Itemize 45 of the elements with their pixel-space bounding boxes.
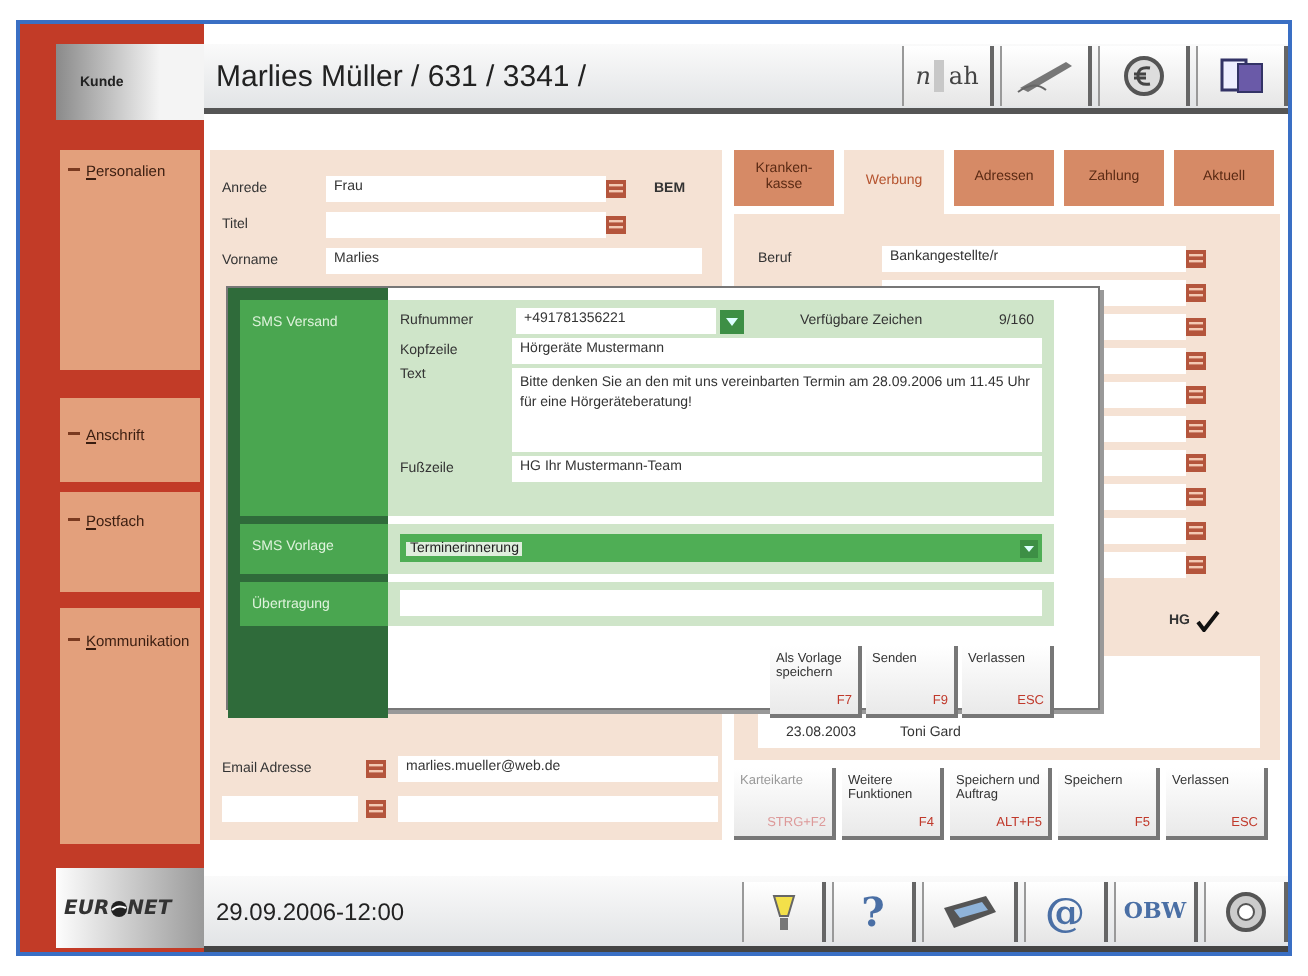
pen-tool-button[interactable] [1000,46,1092,106]
bullet-icon [68,432,80,438]
coin-button[interactable] [1098,46,1190,106]
bulb-icon [769,889,797,933]
input-field[interactable] [400,590,1042,616]
bullet-icon [68,168,80,174]
dropdown-button[interactable] [720,309,744,333]
picker-icon[interactable] [1186,488,1206,506]
documents-icon [1217,56,1265,96]
checkmark-icon[interactable] [1196,610,1220,632]
caret-icon [726,317,738,325]
picker-icon[interactable] [606,215,626,233]
ball-icon [109,899,128,917]
picker-icon[interactable] [1186,352,1206,370]
toolbar-button[interactable]: OBW [1114,881,1198,941]
picker-icon[interactable] [1186,556,1206,574]
picker-icon[interactable] [1186,386,1206,404]
input-field[interactable] [222,795,358,821]
coin-icon [1121,56,1165,96]
split-text-button[interactable]: n ah [902,46,994,106]
bullet-icon [68,638,80,644]
pen-icon [1013,56,1077,96]
document-button[interactable] [1196,46,1288,106]
logo: EUR NET [56,868,204,948]
input-field[interactable] [398,795,718,821]
toolbar-button[interactable]: ? [832,881,916,941]
bulb-button[interactable] [742,881,826,941]
picker-icon[interactable] [366,799,386,817]
globe-button[interactable] [1204,881,1288,941]
device-button[interactable] [922,881,1018,941]
globe-icon [1223,889,1267,933]
customer-title: Marlies Müller / 631 / 3341 / [216,59,589,93]
picker-icon[interactable] [1186,284,1206,302]
toolbar-button[interactable]: @ [1024,881,1108,941]
picker-icon[interactable] [1186,454,1206,472]
picker-icon[interactable] [1186,522,1206,540]
picker-icon[interactable] [366,759,386,777]
caret-icon [1020,539,1038,557]
picker-icon[interactable] [1186,420,1206,438]
picker-icon[interactable] [606,179,626,197]
picker-icon[interactable] [1186,318,1206,336]
picker-icon[interactable] [1186,250,1206,268]
input-field[interactable] [326,211,606,237]
bullet-icon [68,518,80,524]
date-time: 29.09.2006-12:00 [216,897,407,925]
